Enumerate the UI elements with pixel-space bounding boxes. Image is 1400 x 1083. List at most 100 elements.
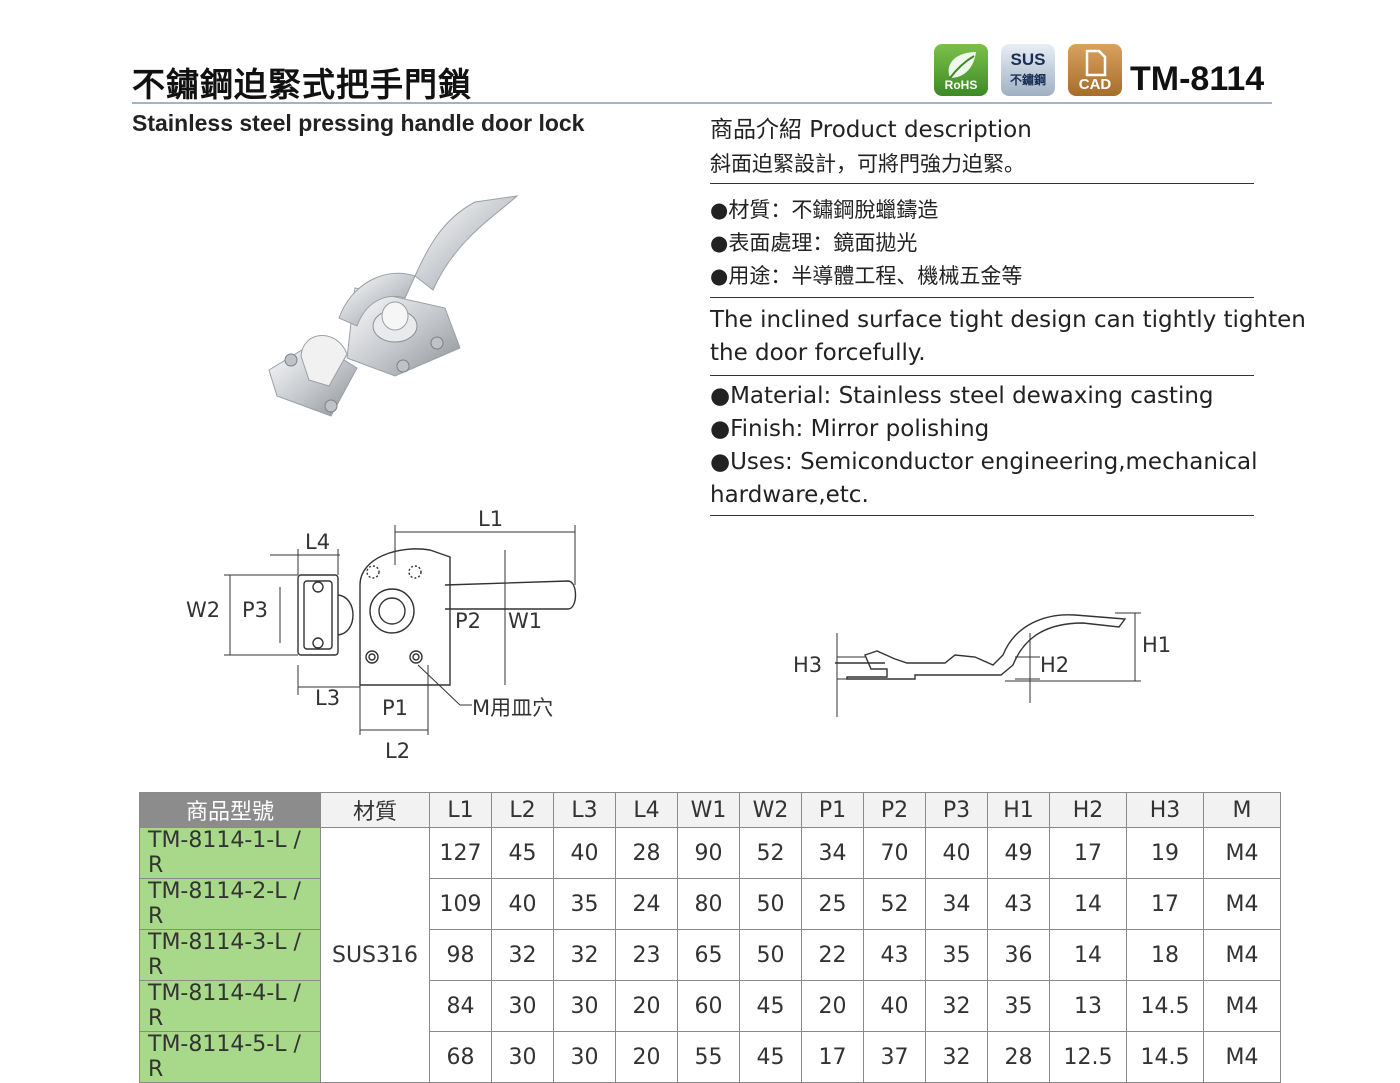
col-header-h3: H3 <box>1126 792 1204 828</box>
model-code: TM-8114 <box>1130 60 1265 98</box>
label-p1: P1 <box>382 696 409 720</box>
value-cell: 30 <box>491 1031 554 1083</box>
description-zh-summary: 斜面迫緊設計，可將門強力迫緊。 <box>710 152 1025 176</box>
product-photo <box>268 195 519 417</box>
value-cell: 30 <box>553 980 616 1032</box>
value-cell: 25 <box>801 878 864 930</box>
table-row: TM-8114-1-L / R SUS316 127 45 40 28 90 5… <box>139 827 1281 1083</box>
value-cell: 84 <box>429 980 492 1032</box>
rohs-label: RoHS <box>944 78 978 92</box>
value-cell: 23 <box>615 929 678 981</box>
description-divider <box>710 183 1254 184</box>
col-header-model: 商品型號 <box>139 792 321 828</box>
col-header-h1: H1 <box>987 792 1050 828</box>
model-cell: TM-8114-4-L / R <box>139 980 321 1032</box>
cad-badge: CAD <box>1068 44 1122 96</box>
description-divider <box>710 375 1254 376</box>
cad-label: CAD <box>1078 76 1112 93</box>
value-cell: 32 <box>553 929 616 981</box>
label-h3: H3 <box>793 653 823 677</box>
value-cell: 34 <box>801 827 864 879</box>
value-cell: 60 <box>677 980 740 1032</box>
value-cell: 43 <box>987 878 1050 930</box>
value-cell: 80 <box>677 878 740 930</box>
top-view-drawing <box>224 525 577 735</box>
value-cell: 55 <box>677 1031 740 1083</box>
col-header-w2: W2 <box>739 792 802 828</box>
value-cell: 14.5 <box>1126 1031 1204 1083</box>
value-cell: 32 <box>925 1031 988 1083</box>
value-cell: 34 <box>925 878 988 930</box>
value-cell: 40 <box>863 980 926 1032</box>
value-cell: M4 <box>1203 827 1281 879</box>
value-cell: 14 <box>1049 878 1127 930</box>
sus-sub-label: 不鏽鋼 <box>1009 73 1046 87</box>
stainless-badge: SUS 不鏽鋼 <box>1001 44 1055 96</box>
value-cell: 28 <box>615 827 678 879</box>
value-cell: 30 <box>491 980 554 1032</box>
value-cell: M4 <box>1203 1031 1281 1083</box>
value-cell: 12.5 <box>1049 1031 1127 1083</box>
label-w1: W1 <box>508 609 543 633</box>
zh-bullet-uses: ●用途：半導體工程、機械五金等 <box>710 264 1023 288</box>
zh-bullet-finish: ●表面處理：鏡面拋光 <box>710 231 918 255</box>
description-divider <box>710 515 1254 516</box>
label-h1: H1 <box>1142 633 1172 657</box>
value-cell: 14 <box>1049 929 1127 981</box>
label-h2: H2 <box>1040 653 1070 677</box>
value-cell: 17 <box>801 1031 864 1083</box>
value-cell: 20 <box>801 980 864 1032</box>
value-cell: 35 <box>553 878 616 930</box>
en-bullet-material: ●Material: Stainless steel dewaxing cast… <box>710 383 1214 409</box>
value-cell: 35 <box>925 929 988 981</box>
value-cell: 52 <box>863 878 926 930</box>
value-cell: 28 <box>987 1031 1050 1083</box>
value-cell: 17 <box>1126 878 1204 930</box>
model-cell: TM-8114-3-L / R <box>139 929 321 981</box>
value-cell: 70 <box>863 827 926 879</box>
zh-bullet-material: ●材質：不鏽鋼脫蠟鑄造 <box>710 198 939 222</box>
page-title-zh: 不鏽鋼迫緊式把手門鎖 <box>132 65 472 104</box>
value-cell: 22 <box>801 929 864 981</box>
col-header-p2: P2 <box>863 792 926 828</box>
col-header-l4: L4 <box>615 792 678 828</box>
col-header-l2: L2 <box>491 792 554 828</box>
value-cell: 45 <box>739 980 802 1032</box>
value-cell: 14.5 <box>1126 980 1204 1032</box>
label-l3: L3 <box>315 686 341 710</box>
model-cell: TM-8114-1-L / R <box>139 827 321 879</box>
value-cell: M4 <box>1203 878 1281 930</box>
value-cell: 30 <box>553 1031 616 1083</box>
value-cell: 43 <box>863 929 926 981</box>
title-divider <box>132 102 1272 104</box>
en-bullet-uses: ●Uses: Semiconductor engineering,mechani… <box>710 449 1258 508</box>
side-view-drawing <box>835 612 1141 717</box>
value-cell: 17 <box>1049 827 1127 879</box>
value-cell: 40 <box>553 827 616 879</box>
value-cell: 45 <box>491 827 554 879</box>
page-title-en: Stainless steel pressing handle door loc… <box>132 110 585 136</box>
col-header-material: 材質 <box>320 792 430 828</box>
label-w2: W2 <box>186 598 221 622</box>
sus-label: SUS <box>1010 50 1046 69</box>
value-cell: 40 <box>491 878 554 930</box>
value-cell: 13 <box>1049 980 1127 1032</box>
label-l1: L1 <box>478 507 504 531</box>
col-header-h2: H2 <box>1049 792 1127 828</box>
value-cell: M4 <box>1203 980 1281 1032</box>
value-cell: 36 <box>987 929 1050 981</box>
table-header-row: 商品型號 材質 L1 L2 L3 L4 W1 W2 P1 P2 P3 H1 H2… <box>139 792 1281 828</box>
table-row: TM-8114-3-L / R 98 32 32 23 65 50 22 43 … <box>139 929 1281 981</box>
value-cell: 24 <box>615 878 678 930</box>
table-row: TM-8114-5-L / R 68 30 30 20 55 45 17 37 … <box>139 1031 1281 1083</box>
value-cell: 50 <box>739 929 802 981</box>
label-p2: P2 <box>455 609 482 633</box>
table-row: TM-8114-4-L / R 84 30 30 20 60 45 20 40 … <box>139 980 1281 1032</box>
material-cell: SUS316 <box>320 827 430 1083</box>
table-row: TM-8114-2-L / R 109 40 35 24 80 50 25 52… <box>139 878 1281 930</box>
model-cell: TM-8114-2-L / R <box>139 878 321 930</box>
col-header-l3: L3 <box>553 792 616 828</box>
value-cell: 19 <box>1126 827 1204 879</box>
label-screw-note: M用皿穴 <box>472 696 554 720</box>
label-l2: L2 <box>385 739 411 763</box>
